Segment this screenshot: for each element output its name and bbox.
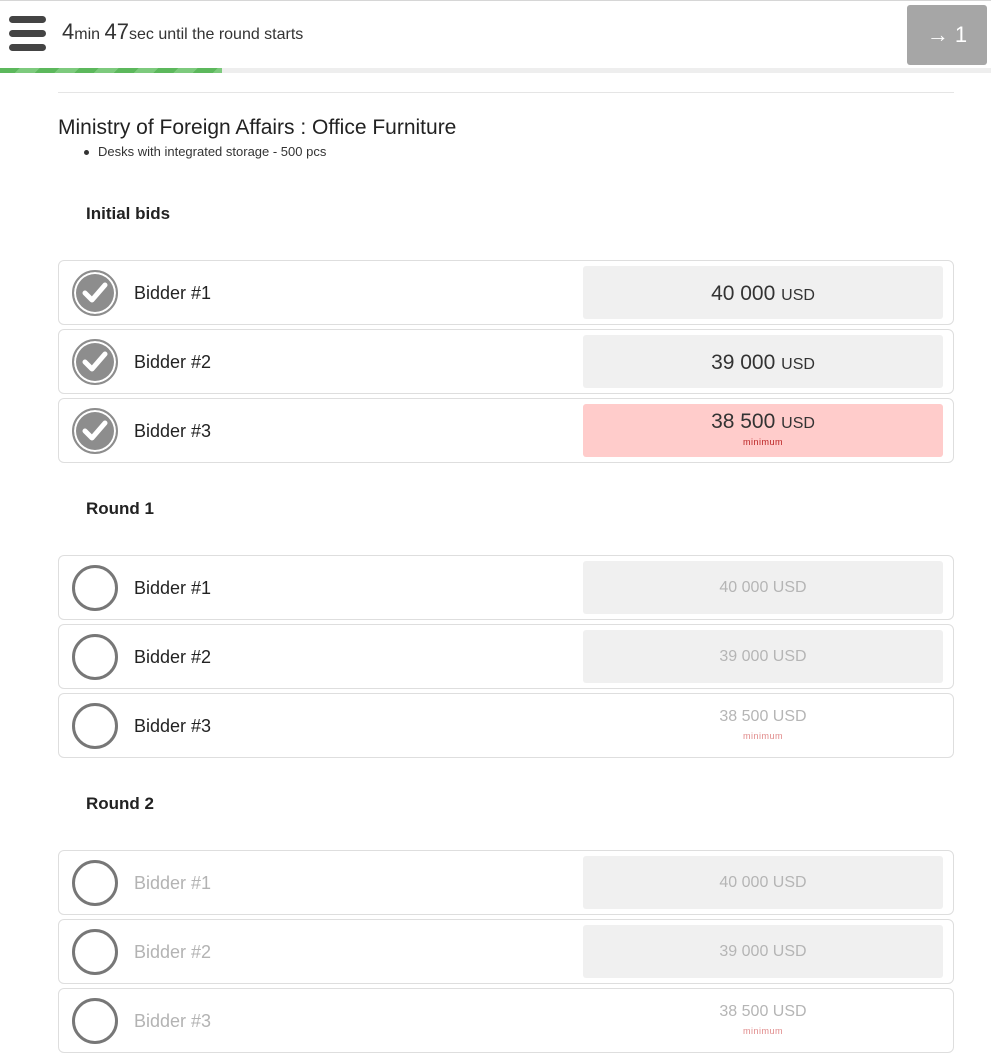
bidder-name: Bidder #1 [134, 873, 212, 893]
minimum-label: minimum [742, 437, 783, 447]
bid-amount-value: 38 500 USD [719, 708, 807, 725]
section-title: Round 2 [86, 794, 154, 813]
bid-row: Bidder #2 39 000 USD [58, 919, 954, 984]
top-bar: 4min 47sec until the round starts → 1 [0, 0, 991, 68]
bid-amount: 40 000 USD [583, 561, 943, 614]
bidder-name: Bidder #3 [134, 716, 212, 736]
timer-seconds: 47 [104, 19, 129, 44]
bid-amount: 39 000 USD [583, 630, 943, 683]
section-title: Round 1 [86, 499, 154, 518]
bid-row: Bidder #1 40 000 USD [58, 555, 954, 620]
minimum-label: minimum [742, 1026, 783, 1036]
checkmark-icon [72, 408, 118, 454]
empty-circle-icon [72, 998, 118, 1044]
minimum-label: minimum [742, 731, 783, 741]
bid-amount-value: 39 000 USD [719, 943, 807, 960]
bid-amount-value: 40 000 USD [583, 266, 943, 304]
countdown-timer: 4min 47sec until the round starts [62, 19, 303, 45]
timer-sec-unit: sec [128, 26, 154, 43]
timer-minutes: 4 [62, 19, 75, 44]
amount-number: 39 000 [711, 351, 776, 374]
bid-amount: 40 000 USD [583, 856, 943, 909]
bid-amount-value: 40 000 USD [719, 579, 807, 596]
bid-amount: 39 000 USD [583, 925, 943, 978]
tender-item: Desks with integrated storage - 500 pcs [83, 144, 327, 159]
amount-number: 40 000 [711, 282, 776, 305]
bid-amount: 39 000 USD [583, 335, 943, 388]
amount-number: 38 500 [711, 410, 776, 433]
bid-row: Bidder #3 38 500 USD minimum [58, 988, 954, 1053]
empty-circle-icon [72, 703, 118, 749]
bid-amount: 38 500 USD minimum [583, 994, 943, 1047]
checkmark-icon [72, 270, 118, 316]
bid-row: Bidder #1 40 000 USD [58, 850, 954, 915]
bidder-name: Bidder #1 [134, 578, 212, 598]
round-progress-bar [0, 68, 991, 73]
bidder-name: Bidder #2 [134, 647, 212, 667]
tender-title: Ministry of Foreign Affairs : Office Fur… [58, 116, 457, 139]
section-title: Initial bids [86, 204, 171, 223]
currency-label: USD [781, 356, 815, 373]
checkmark-icon [72, 339, 118, 385]
bid-amount-value: 38 500 USD [719, 1003, 807, 1020]
bid-amount: 38 500 USD minimum [583, 404, 943, 457]
timer-min-unit: min [74, 26, 101, 43]
bid-row: Bidder #3 38 500 USD minimum [58, 398, 954, 463]
currency-label: USD [781, 287, 815, 304]
tender-items-list: Desks with integrated storage - 500 pcs [83, 144, 327, 160]
currency-label: USD [781, 415, 815, 432]
bid-amount: 38 500 USD minimum [583, 699, 943, 752]
bid-row: Bidder #2 39 000 USD [58, 329, 954, 394]
header-divider [58, 92, 954, 93]
bid-amount-value: 40 000 USD [719, 874, 807, 891]
bid-row: Bidder #2 39 000 USD [58, 624, 954, 689]
bid-amount-value: 39 000 USD [719, 648, 807, 665]
hamburger-menu-icon[interactable] [9, 16, 46, 51]
bidder-name: Bidder #3 [134, 1011, 212, 1031]
empty-circle-icon [72, 565, 118, 611]
round-progress-fill [0, 68, 222, 73]
bidder-name: Bidder #1 [134, 283, 212, 303]
timer-text: until the round starts [158, 26, 304, 43]
empty-circle-icon [72, 634, 118, 680]
bid-amount-value: 39 000 USD [583, 335, 943, 373]
bid-row: Bidder #3 38 500 USD minimum [58, 693, 954, 758]
bid-amount: 40 000 USD [583, 266, 943, 319]
bidder-name: Bidder #2 [134, 942, 212, 962]
empty-circle-icon [72, 929, 118, 975]
bidder-name: Bidder #3 [134, 421, 212, 441]
empty-circle-icon [72, 860, 118, 906]
next-round-button[interactable]: → 1 [907, 5, 987, 65]
bid-row: Bidder #1 40 000 USD [58, 260, 954, 325]
bid-amount-value: 38 500 USD [583, 404, 943, 432]
bidder-name: Bidder #2 [134, 352, 212, 372]
